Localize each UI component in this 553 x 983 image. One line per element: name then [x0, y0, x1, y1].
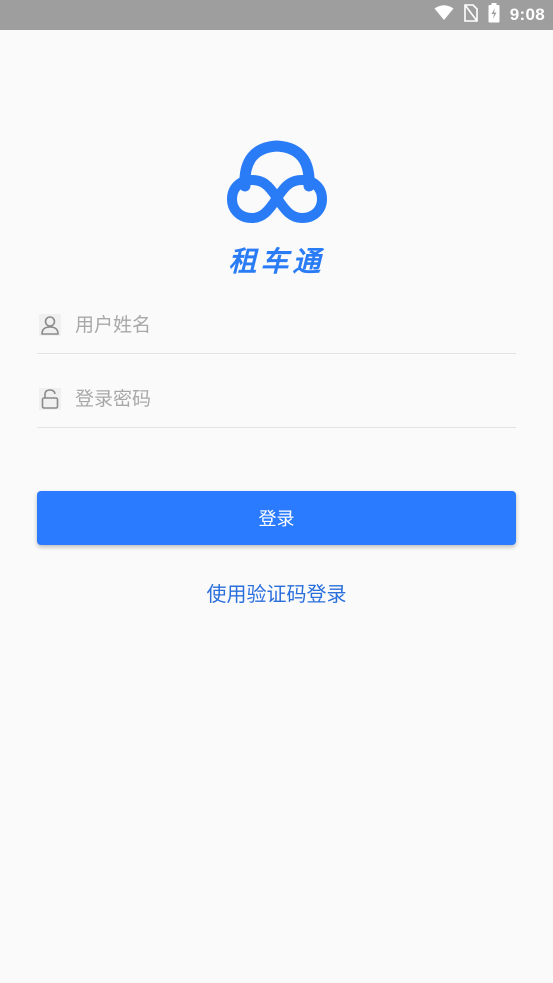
- wifi-icon: [434, 5, 454, 25]
- username-field: [37, 297, 516, 354]
- cloud-infinity-logo-icon: [222, 140, 332, 234]
- status-icons: 9:08: [434, 0, 545, 30]
- password-input[interactable]: [75, 388, 495, 410]
- login-button[interactable]: 登录: [37, 491, 516, 545]
- brand-name: 租车通: [228, 245, 325, 278]
- username-input[interactable]: [75, 314, 495, 336]
- user-icon: [39, 314, 61, 336]
- lock-icon: [39, 388, 61, 410]
- password-field: [37, 371, 516, 428]
- status-bar: 9:08: [0, 0, 553, 30]
- battery-charging-icon: [488, 3, 500, 27]
- brand-logo-block: 租车通: [0, 140, 553, 280]
- code-login-link[interactable]: 使用验证码登录: [0, 578, 553, 607]
- no-sim-icon: [463, 4, 478, 26]
- status-time: 9:08: [509, 5, 545, 24]
